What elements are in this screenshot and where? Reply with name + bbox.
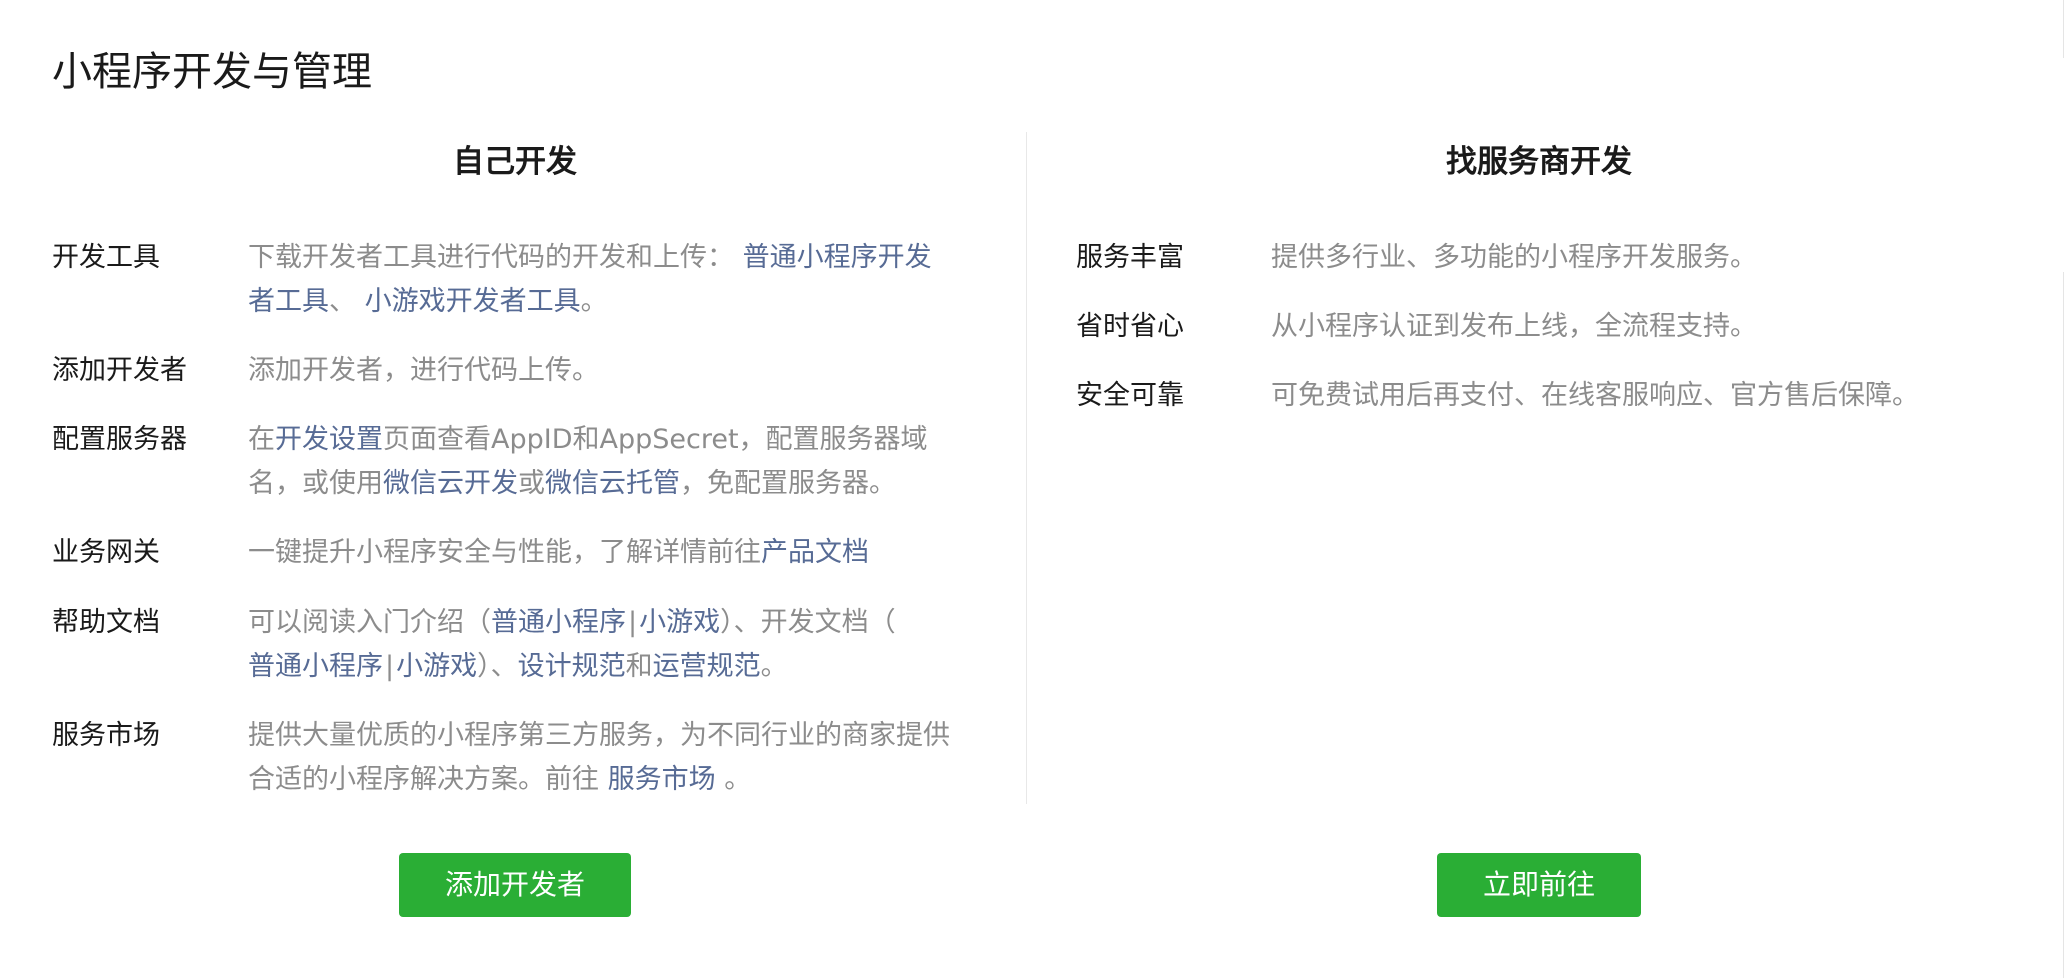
server-mid2: 名，或使用	[248, 468, 383, 499]
help-close2: ）、	[477, 651, 518, 682]
column-divider	[1026, 132, 1027, 804]
safe-reliable-desc: 可免费试用后再支付、在线客服响应、官方售后保障。	[1271, 380, 1919, 411]
gateway-desc: 一键提升小程序安全与性能，了解详情前往产品文档	[248, 531, 988, 575]
help-intro: 可以阅读入门介绍（	[248, 607, 491, 638]
time-saving-label: 省时省心	[1076, 311, 1184, 342]
gateway-text: 一键提升小程序安全与性能，了解详情前往	[248, 537, 761, 568]
page-title: 小程序开发与管理	[52, 49, 372, 95]
intro-game-link[interactable]: 小游戏	[639, 607, 720, 638]
add-developer-label: 添加开发者	[52, 355, 187, 386]
ops-spec-link[interactable]: 运营规范	[653, 651, 761, 682]
server-mid1: 页面查看AppID和AppSecret，配置服务器域	[383, 424, 928, 455]
server-config-desc: 在开发设置页面查看AppID和AppSecret，配置服务器域 名，或使用微信云开…	[248, 418, 988, 506]
add-developer-button[interactable]: 添加开发者	[399, 853, 631, 917]
dev-tools-desc: 下载开发者工具进行代码的开发和上传： 普通小程序开发 者工具、 小游戏开发者工具。	[248, 236, 988, 324]
help-and: 和	[625, 651, 653, 682]
dev-settings-link[interactable]: 开发设置	[275, 424, 383, 455]
add-developer-desc: 添加开发者，进行代码上传。	[248, 355, 599, 386]
design-spec-link[interactable]: 设计规范	[518, 651, 626, 682]
service-market-link[interactable]: 服务市场	[608, 764, 716, 795]
server-pre: 在	[248, 424, 275, 455]
intro-normal-link[interactable]: 普通小程序	[491, 607, 626, 638]
provider-dev-title: 找服务商开发	[1446, 144, 1632, 180]
period: 。	[580, 286, 608, 317]
safe-reliable-label: 安全可靠	[1076, 380, 1184, 411]
scrollbar-edge-bottom	[2063, 272, 2064, 978]
service-market-desc: 提供大量优质的小程序第三方服务，为不同行业的商家提供 合适的小程序解决方案。前往 …	[248, 714, 988, 802]
cloud-host-link[interactable]: 微信云托管	[545, 468, 680, 499]
market-end: 。	[724, 764, 752, 795]
separator: 、	[329, 286, 356, 317]
go-now-button[interactable]: 立即前往	[1437, 853, 1641, 917]
help-docs-desc: 可以阅读入门介绍（普通小程序|小游戏）、开发文档（ 普通小程序|小游戏）、设计规范…	[248, 601, 988, 689]
dev-tools-text: 下载开发者工具进行代码的开发和上传：	[248, 242, 734, 273]
help-close1: ）、开发文档（	[720, 607, 896, 638]
time-saving-desc: 从小程序认证到发布上线，全流程支持。	[1271, 311, 1757, 342]
self-dev-title: 自己开发	[453, 144, 577, 180]
game-dev-tools-link[interactable]: 小游戏开发者工具	[365, 286, 581, 317]
service-rich-label: 服务丰富	[1076, 242, 1184, 273]
pipe-separator: |	[385, 651, 395, 682]
server-config-label: 配置服务器	[52, 424, 187, 455]
pipe-separator: |	[628, 607, 638, 638]
dev-tools-label: 开发工具	[52, 242, 160, 273]
help-docs-label: 帮助文档	[52, 607, 160, 638]
product-docs-link[interactable]: 产品文档	[761, 537, 869, 568]
service-market-label: 服务市场	[52, 720, 160, 751]
server-end: ，免配置服务器。	[680, 468, 896, 499]
dev-docs-game-link[interactable]: 小游戏	[396, 651, 477, 682]
server-or: 或	[518, 468, 545, 499]
dev-docs-normal-link[interactable]: 普通小程序	[248, 651, 383, 682]
market-text2: 合适的小程序解决方案。前往	[248, 764, 599, 795]
market-text1: 提供大量优质的小程序第三方服务，为不同行业的商家提供	[248, 720, 950, 751]
cloud-dev-link[interactable]: 微信云开发	[383, 468, 518, 499]
scrollbar-edge-top	[2063, 0, 2064, 58]
service-rich-desc: 提供多行业、多功能的小程序开发服务。	[1271, 242, 1757, 273]
help-end: 。	[760, 651, 788, 682]
gateway-label: 业务网关	[52, 537, 160, 568]
page: 小程序开发与管理 自己开发 开发工具 下载开发者工具进行代码的开发和上传： 普通…	[0, 0, 2066, 978]
